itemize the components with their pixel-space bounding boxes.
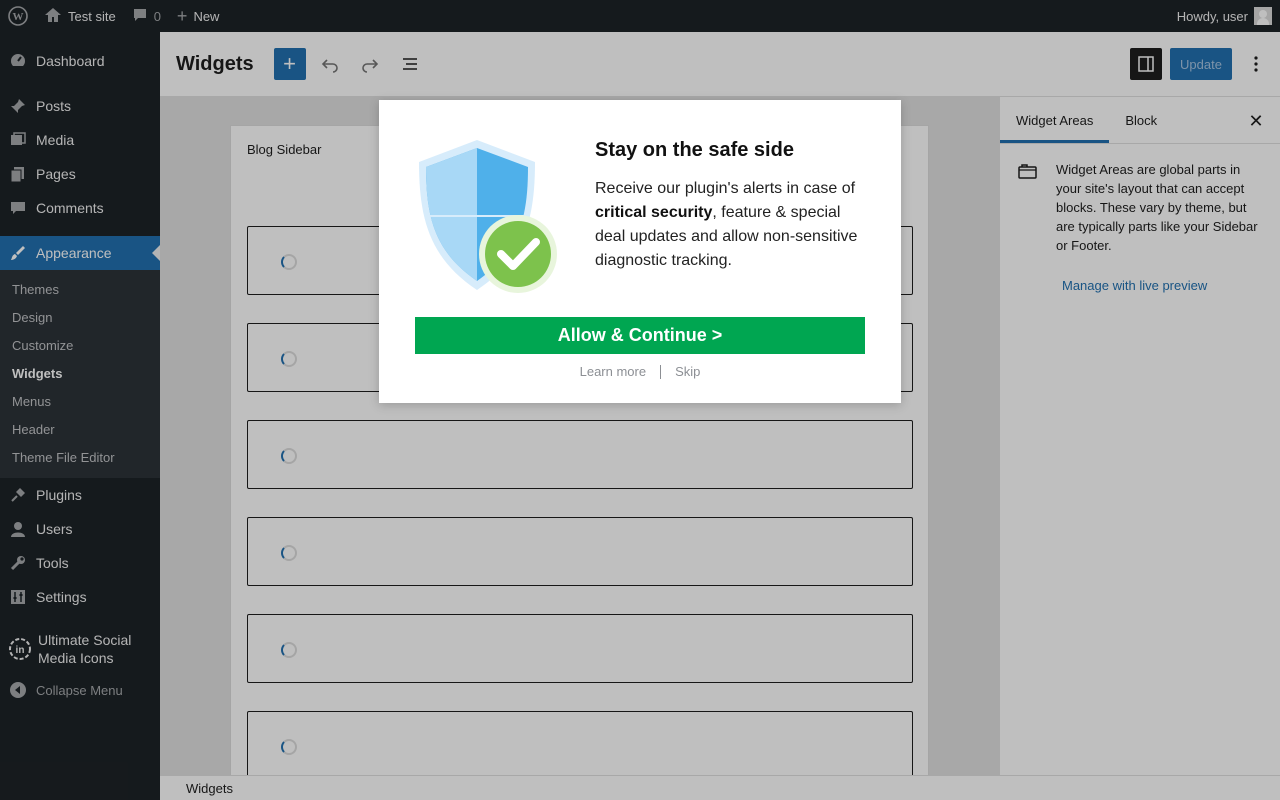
modal-secondary-links: Learn more Skip (379, 364, 901, 379)
learn-more-link[interactable]: Learn more (580, 364, 646, 379)
security-shield-icon (419, 140, 557, 293)
opt-in-modal: Stay on the safe side Receive our plugin… (379, 100, 901, 403)
modal-message: Receive our plugin's alerts in case of c… (595, 180, 858, 269)
modal-title: Stay on the safe side (595, 139, 794, 161)
skip-link[interactable]: Skip (675, 364, 700, 379)
allow-continue-button[interactable]: Allow & Continue > (415, 317, 865, 354)
link-separator (660, 364, 662, 379)
